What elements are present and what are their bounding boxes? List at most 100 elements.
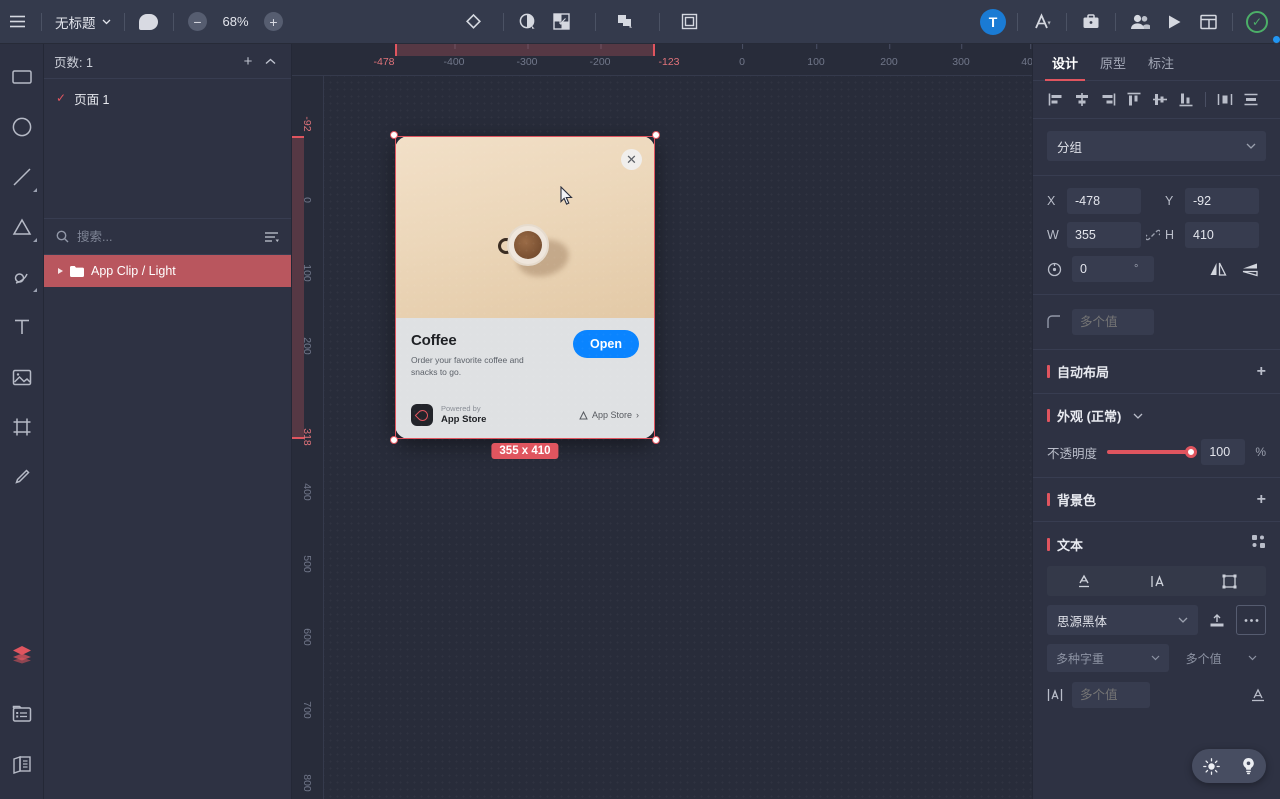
top-toolbar: 无标题 − 68% + T ✓ — [0, 0, 1280, 44]
resize-handle-top-right[interactable] — [652, 131, 660, 139]
layers-tool[interactable] — [2, 629, 42, 679]
lightbulb-icon[interactable] — [1241, 757, 1256, 775]
assets-tool[interactable] — [2, 689, 42, 739]
ruler-horizontal[interactable]: -478 -400 -300 -200 -123 0 100 200 300 4… — [292, 44, 1032, 76]
grid-dots-icon[interactable] — [1251, 534, 1266, 554]
resize-handle-top-left[interactable] — [390, 131, 398, 139]
plus-icon[interactable]: + — [1257, 491, 1266, 509]
x-input[interactable] — [1067, 188, 1141, 214]
flip-vertical-icon[interactable] — [1234, 256, 1266, 282]
zoom-out-button[interactable]: − — [181, 5, 215, 39]
align-top-icon[interactable] — [1122, 88, 1146, 112]
corner-radius-input[interactable] — [1072, 309, 1154, 335]
panel-layout-icon[interactable] — [1191, 5, 1225, 39]
distribute-horizontal-icon[interactable] — [1213, 88, 1237, 112]
font-size-select[interactable]: 多个值 — [1177, 644, 1266, 672]
library-tool[interactable] — [2, 739, 42, 789]
close-icon[interactable]: ✕ — [621, 149, 642, 170]
page-item[interactable]: ✓ 页面 1 — [44, 83, 291, 113]
sun-brightness-icon[interactable] — [1202, 757, 1220, 775]
h-label: H — [1165, 228, 1175, 242]
plus-icon[interactable]: + — [237, 50, 259, 72]
align-left-icon[interactable] — [1044, 88, 1068, 112]
app-store-link[interactable]: App Store › — [579, 410, 639, 420]
polygon-tool[interactable] — [2, 202, 42, 252]
powered-by-label: Powered by — [441, 404, 481, 414]
xy-row: X Y — [1047, 188, 1266, 214]
opacity-slider[interactable] — [1107, 446, 1198, 458]
font-weight-select[interactable]: 多种字重 — [1047, 644, 1169, 672]
canvas[interactable]: -478 -400 -300 -200 -123 0 100 200 300 4… — [292, 44, 1032, 799]
app-root: 无标题 − 68% + T ✓ 页数: 1 + ✓ 页面 1 搜索... App… — [0, 0, 1280, 799]
component-icon[interactable] — [457, 5, 491, 39]
ruler-tick: -200 — [589, 44, 611, 68]
app-clip-card[interactable]: ✕ Coffee Order your favorite coffee and … — [395, 136, 655, 439]
ellipse-tool[interactable] — [2, 102, 42, 152]
line-height-input[interactable] — [1072, 682, 1150, 708]
frame-icon[interactable] — [673, 5, 707, 39]
layer-search — [44, 219, 291, 255]
cup-coffee — [514, 231, 542, 259]
align-right-icon[interactable] — [1096, 88, 1120, 112]
rotation-input[interactable] — [1072, 256, 1154, 282]
boolean-union-icon[interactable] — [609, 5, 643, 39]
artboard-tool[interactable] — [2, 402, 42, 452]
zoom-in-button[interactable]: + — [257, 5, 291, 39]
eyedropper-tool[interactable] — [2, 452, 42, 502]
h-input[interactable] — [1185, 222, 1259, 248]
w-input[interactable] — [1067, 222, 1141, 248]
resize-handle-bottom-right[interactable] — [652, 436, 660, 444]
size-badge: 355 x 410 — [491, 443, 559, 459]
layer-item[interactable]: App Clip / Light — [44, 255, 291, 287]
resize-handle-bottom-left[interactable] — [390, 436, 398, 444]
ruler-vertical[interactable]: -92 0 100 200 318 400 500 600 700 800 — [292, 76, 324, 799]
document-title[interactable]: 无标题 — [49, 8, 117, 36]
check-circle-icon[interactable]: ✓ — [1240, 5, 1274, 39]
chevron-up-icon[interactable] — [259, 50, 281, 72]
font-upload-icon[interactable] — [1204, 605, 1230, 635]
plus-icon[interactable]: + — [1257, 363, 1266, 381]
ruler-tick: 400 — [301, 483, 313, 501]
chevron-right-icon[interactable] — [58, 268, 63, 274]
divider — [502, 12, 504, 31]
avatar[interactable]: T — [976, 5, 1280, 44]
text-underline-icon[interactable] — [1047, 566, 1120, 596]
y-input[interactable] — [1185, 188, 1259, 214]
tab-design[interactable]: 设计 — [1041, 53, 1089, 81]
group-select[interactable]: 分组 — [1047, 131, 1266, 161]
selected-artboard[interactable]: ✕ Coffee Order your favorite coffee and … — [390, 131, 660, 459]
font-family-select[interactable]: 思源黑体 — [1047, 605, 1198, 635]
pen-tool[interactable] — [2, 252, 42, 302]
text-tool[interactable] — [2, 302, 42, 352]
image-fill-icon[interactable] — [545, 5, 579, 39]
filter-icon[interactable] — [264, 231, 279, 243]
text-vertical-icon[interactable] — [1120, 566, 1193, 596]
align-center-horizontal-icon[interactable] — [1070, 88, 1094, 112]
people-icon[interactable] — [1123, 5, 1157, 39]
ai-icon[interactable] — [1025, 5, 1059, 39]
briefcase-icon[interactable] — [1074, 5, 1108, 39]
tab-prototype[interactable]: 原型 — [1089, 53, 1137, 80]
mask-icon[interactable] — [511, 5, 545, 39]
flip-horizontal-icon[interactable] — [1202, 256, 1234, 282]
line-tool[interactable] — [2, 152, 42, 202]
search-input[interactable] — [77, 229, 256, 244]
open-button[interactable]: Open — [573, 330, 639, 358]
opacity-input[interactable] — [1201, 439, 1246, 465]
text-box-icon[interactable] — [1193, 566, 1266, 596]
more-dots-icon[interactable] — [1236, 605, 1266, 635]
tab-annotation[interactable]: 标注 — [1137, 53, 1185, 80]
hamburger-icon[interactable] — [0, 5, 34, 39]
comment-icon[interactable] — [132, 5, 166, 39]
align-bottom-icon[interactable] — [1174, 88, 1198, 112]
distribute-vertical-icon[interactable] — [1239, 88, 1263, 112]
text-title: 文本 — [1057, 537, 1084, 553]
image-tool[interactable] — [2, 352, 42, 402]
play-icon[interactable] — [1157, 5, 1191, 39]
rectangle-tool[interactable] — [2, 52, 42, 102]
align-middle-vertical-icon[interactable] — [1148, 88, 1172, 112]
zoom-level[interactable]: 68% — [215, 14, 257, 29]
chevron-down-icon[interactable] — [1133, 413, 1143, 419]
chain-link-icon[interactable] — [1141, 228, 1165, 242]
opacity-slider-knob[interactable] — [1185, 446, 1198, 458]
